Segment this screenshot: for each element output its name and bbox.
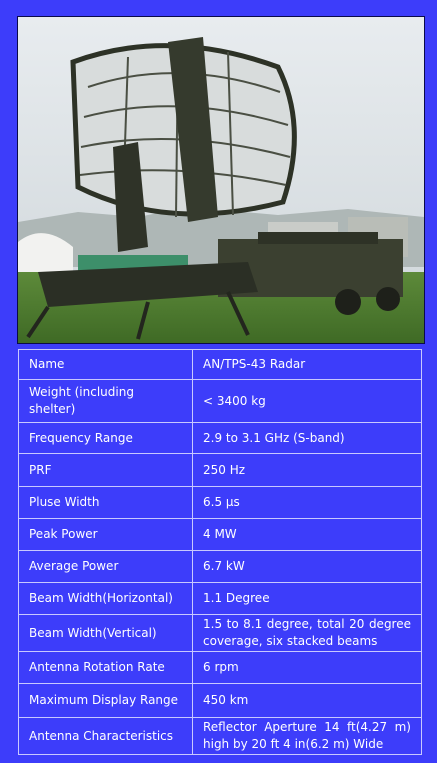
spec-label: Average Power <box>18 550 193 583</box>
spec-value: 2.9 to 3.1 GHz (S-band) <box>192 422 422 454</box>
spec-value: 1.1 Degree <box>192 582 422 615</box>
spec-value: 6.5 µs <box>192 486 422 519</box>
spec-label: Antenna Rotation Rate <box>18 651 193 684</box>
spec-label: Beam Width(Horizontal) <box>18 582 193 615</box>
spec-value: 250 Hz <box>192 453 422 487</box>
spec-label: Maximum Display Range <box>18 683 193 718</box>
spec-label: Pluse Width <box>18 486 193 519</box>
table-row: Weight (including shelter) < 3400 kg <box>18 379 422 423</box>
table-row: Beam Width(Horizontal) 1.1 Degree <box>18 582 422 615</box>
table-row: PRF 250 Hz <box>18 453 422 487</box>
spec-value: 1.5 to 8.1 degree, total 20 degree cover… <box>192 614 422 652</box>
radar-photo <box>17 16 425 344</box>
spec-label: PRF <box>18 453 193 487</box>
spec-label: Antenna Characteristics <box>18 717 193 755</box>
spec-label: Weight (including shelter) <box>18 379 193 423</box>
table-row: Pluse Width 6.5 µs <box>18 486 422 519</box>
spec-label: Beam Width(Vertical) <box>18 614 193 652</box>
radar-image <box>18 17 424 343</box>
spec-value: Reflector Aperture 14 ft(4.27 m) high by… <box>192 717 422 755</box>
spec-value: 6.7 kW <box>192 550 422 583</box>
spec-value: < 3400 kg <box>192 379 422 423</box>
spec-value: 6 rpm <box>192 651 422 684</box>
spec-label: Frequency Range <box>18 422 193 454</box>
table-row: Frequency Range 2.9 to 3.1 GHz (S-band) <box>18 422 422 454</box>
table-row: Peak Power 4 MW <box>18 518 422 551</box>
table-row: Name AN/TPS-43 Radar <box>18 349 422 380</box>
spec-label: Name <box>18 349 193 380</box>
table-row: Maximum Display Range 450 km <box>18 683 422 718</box>
table-row: Antenna Characteristics Reflector Apertu… <box>18 717 422 755</box>
table-row: Average Power 6.7 kW <box>18 550 422 583</box>
spec-value: AN/TPS-43 Radar <box>192 349 422 380</box>
table-row: Beam Width(Vertical) 1.5 to 8.1 degree, … <box>18 614 422 652</box>
specifications-table: Name AN/TPS-43 Radar Weight (including s… <box>18 349 422 755</box>
table-row: Antenna Rotation Rate 6 rpm <box>18 651 422 684</box>
spec-value: 4 MW <box>192 518 422 551</box>
spec-value: 450 km <box>192 683 422 718</box>
spec-label: Peak Power <box>18 518 193 551</box>
